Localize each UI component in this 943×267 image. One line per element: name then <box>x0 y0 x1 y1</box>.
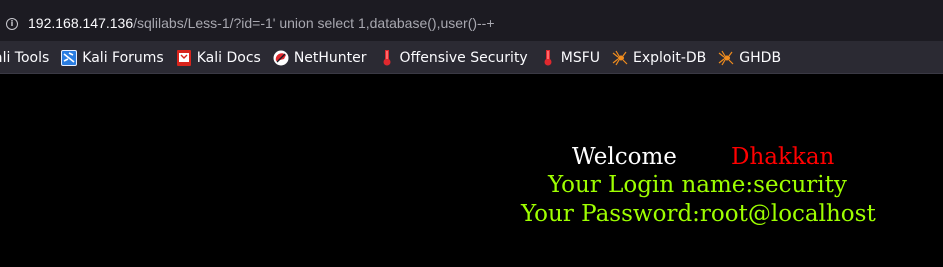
bookmark-kali-tools[interactable]: ali Tools <box>0 50 49 66</box>
bookmark-label: GHDB <box>739 50 782 66</box>
address-bar[interactable]: i 192.168.147.136/sqlilabs/Less-1/?id=-1… <box>0 0 943 42</box>
bookmark-kali-forums[interactable]: Kali Forums <box>61 50 164 66</box>
site-info-icon[interactable]: i <box>6 18 18 30</box>
url-text[interactable]: 192.168.147.136/sqlilabs/Less-1/?id=-1' … <box>28 15 495 31</box>
bookmark-kali-docs[interactable]: Kali Docs <box>176 50 261 66</box>
bookmark-nethunter[interactable]: NetHunter <box>273 50 367 66</box>
bookmark-ghdb[interactable]: GHDB <box>718 50 781 66</box>
url-path: /sqlilabs/Less-1/?id=-1' union select 1,… <box>133 15 495 31</box>
bookmark-label: MSFU <box>560 50 600 66</box>
bookmark-label: Offensive Security <box>399 50 528 66</box>
bookmark-label: Exploit-DB <box>633 50 707 66</box>
bookmark-msfu[interactable]: MSFU <box>540 50 600 66</box>
bookmark-label: NetHunter <box>293 50 367 66</box>
bookmark-offensive-security[interactable]: Offensive Security <box>379 50 528 66</box>
offsec-icon <box>383 50 391 66</box>
kali-forums-icon <box>61 50 78 66</box>
bookmark-label: ali Tools <box>0 50 50 66</box>
password-text: Your Password:root@localhost <box>521 201 876 227</box>
kali-docs-icon <box>176 50 191 66</box>
bookmark-label: Kali Forums <box>82 50 164 66</box>
ghdb-spider-icon <box>718 50 734 66</box>
welcome-label: Welcome <box>572 144 677 170</box>
welcome-name: Dhakkan <box>731 144 835 170</box>
login-name-text: Your Login name:security <box>548 172 847 198</box>
nethunter-icon <box>273 50 289 66</box>
bookmarks-toolbar: ali Tools Kali Forums Kali Docs <box>0 42 943 74</box>
page-content: Welcome Dhakkan Your Login name:security… <box>0 74 943 267</box>
url-host: 192.168.147.136 <box>28 15 134 31</box>
msfu-icon <box>544 50 552 66</box>
bookmark-exploit-db[interactable]: Exploit-DB <box>612 50 706 66</box>
exploit-db-spider-icon <box>612 50 628 66</box>
bookmark-label: Kali Docs <box>196 50 261 66</box>
